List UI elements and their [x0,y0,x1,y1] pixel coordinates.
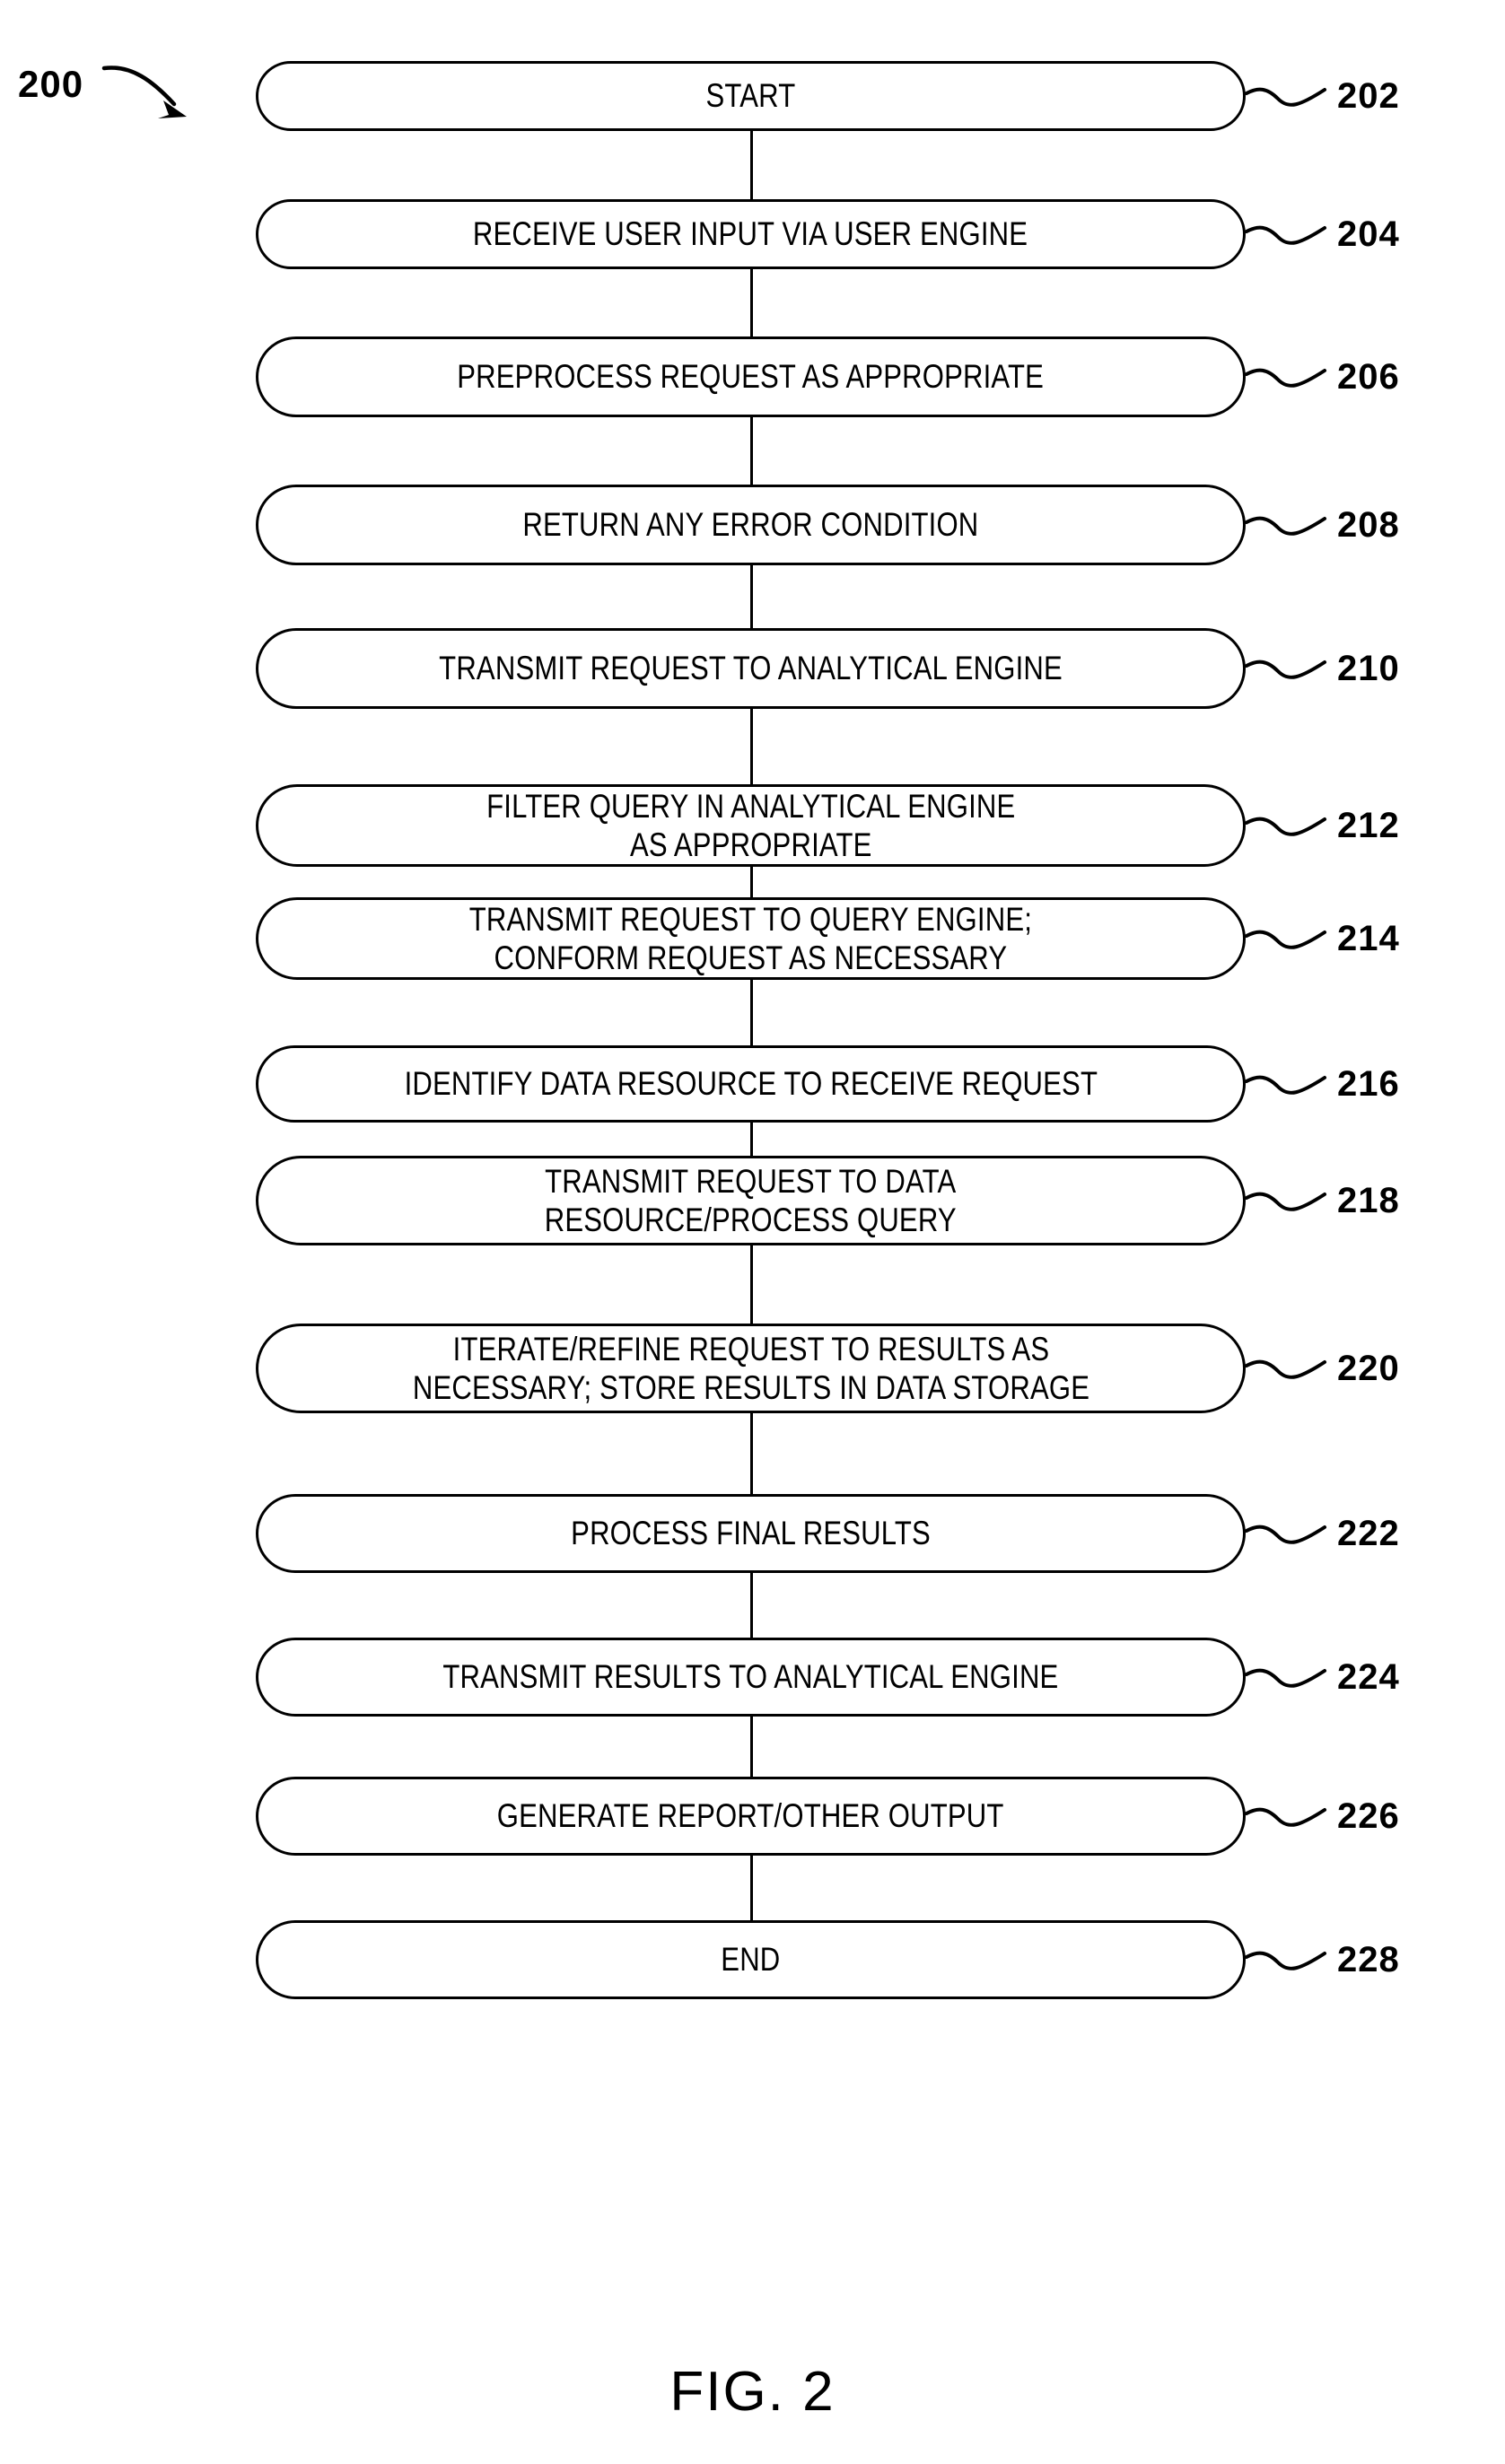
flow-step-204[interactable]: RECEIVE USER INPUT VIA USER ENGINE [256,199,1246,269]
reference-number: 204 [1337,214,1400,254]
flow-connector [750,1413,753,1494]
reference-number: 218 [1337,1180,1400,1220]
reference-number: 208 [1337,504,1400,545]
flow-step-label: RECEIVE USER INPUT VIA USER ENGINE [473,215,1028,253]
flow-step-220[interactable]: ITERATE/REFINE REQUEST TO RESULTS AS NEC… [256,1324,1246,1413]
flow-step-212[interactable]: FILTER QUERY IN ANALYTICAL ENGINE AS APP… [256,784,1246,867]
squiggle-leader-icon [1245,1668,1326,1688]
flow-connector [750,1573,753,1638]
flow-step-label: GENERATE REPORT/OTHER OUTPUT [497,1797,1004,1835]
squiggle-leader-icon [1245,225,1326,245]
flow-step-222[interactable]: PROCESS FINAL RESULTS [256,1494,1246,1573]
reference-callout-218: 218 [1245,1174,1400,1228]
flow-step-206[interactable]: PREPROCESS REQUEST AS APPROPRIATE [256,336,1246,417]
flow-step-label: TRANSMIT RESULTS TO ANALYTICAL ENGINE [442,1658,1059,1696]
diagram-reference-200: 200 [18,39,215,138]
reference-number: 228 [1337,1939,1400,1979]
squiggle-leader-icon [1245,1951,1326,1970]
squiggle-leader-icon [1245,1192,1326,1211]
reference-callout-202: 202 [1245,69,1400,123]
flow-step-216[interactable]: IDENTIFY DATA RESOURCE TO RECEIVE REQUES… [256,1045,1246,1123]
reference-number: 226 [1337,1796,1400,1836]
flow-step-label: PREPROCESS REQUEST AS APPROPRIATE [457,358,1045,396]
reference-callout-224: 224 [1245,1650,1400,1704]
reference-callout-212: 212 [1245,799,1400,852]
flow-connector [750,709,753,784]
flow-step-224[interactable]: TRANSMIT RESULTS TO ANALYTICAL ENGINE [256,1638,1246,1717]
flow-step-210[interactable]: TRANSMIT REQUEST TO ANALYTICAL ENGINE [256,628,1246,709]
reference-number: 202 [1337,75,1400,116]
flow-step-label: ITERATE/REFINE REQUEST TO RESULTS AS NEC… [412,1330,1089,1406]
reference-number: 216 [1337,1063,1400,1104]
flow-step-214[interactable]: TRANSMIT REQUEST TO QUERY ENGINE; CONFOR… [256,897,1246,980]
flowchart: START RECEIVE USER INPUT VIA USER ENGINE P… [256,0,1246,2243]
reference-number: 222 [1337,1513,1400,1553]
flow-connector [750,980,753,1045]
squiggle-leader-icon [1245,930,1326,949]
squiggle-leader-icon [1245,817,1326,836]
flow-step-208[interactable]: RETURN ANY ERROR CONDITION [256,485,1246,565]
flow-step-label: END [721,1941,781,1979]
reference-callout-216: 216 [1245,1057,1400,1111]
squiggle-leader-icon [1245,1525,1326,1544]
flow-step-202[interactable]: START [256,61,1246,131]
flow-step-label: RETURN ANY ERROR CONDITION [522,506,979,544]
squiggle-leader-icon [1245,368,1326,388]
curved-arrow-icon [101,66,187,118]
flow-connector [750,867,753,897]
squiggle-leader-icon [1245,1359,1326,1379]
figure-caption: FIG. 2 [669,2361,836,2423]
reference-number: 206 [1337,356,1400,397]
reference-callout-222: 222 [1245,1507,1400,1560]
squiggle-leader-icon [1245,87,1326,107]
flow-connector [750,417,753,485]
flow-connector [750,1245,753,1324]
reference-callout-204: 204 [1245,207,1400,261]
flow-connector [750,1123,753,1156]
reference-callout-220: 220 [1245,1341,1400,1395]
flow-step-label: TRANSMIT REQUEST TO QUERY ENGINE; CONFOR… [468,900,1033,976]
flow-step-226[interactable]: GENERATE REPORT/OTHER OUTPUT [256,1777,1246,1856]
reference-callout-228: 228 [1245,1933,1400,1987]
flow-connector [750,131,753,199]
diagram-reference-label: 200 [18,63,84,105]
reference-callout-210: 210 [1245,642,1400,695]
reference-callout-206: 206 [1245,350,1400,404]
squiggle-leader-icon [1245,1075,1326,1095]
squiggle-leader-icon [1245,660,1326,679]
reference-number: 210 [1337,648,1400,688]
reference-number: 212 [1337,805,1400,845]
reference-number: 224 [1337,1656,1400,1697]
squiggle-leader-icon [1245,1807,1326,1827]
flow-step-label: START [705,77,796,115]
reference-callout-214: 214 [1245,912,1400,966]
reference-callout-208: 208 [1245,498,1400,552]
flow-step-label: TRANSMIT REQUEST TO DATA RESOURCE/PROCES… [544,1162,958,1238]
flow-connector [750,1717,753,1777]
patent-figure-page: 200 START RECEIVE USER INPUT VIA USER ENG… [0,0,1505,2464]
flow-step-228[interactable]: END [256,1920,1246,1999]
flow-connector [750,269,753,336]
flow-step-label: TRANSMIT REQUEST TO ANALYTICAL ENGINE [439,650,1063,687]
flow-step-label: PROCESS FINAL RESULTS [571,1515,931,1552]
flow-step-label: FILTER QUERY IN ANALYTICAL ENGINE AS APP… [486,787,1016,863]
flow-step-label: IDENTIFY DATA RESOURCE TO RECEIVE REQUES… [404,1065,1098,1103]
reference-number: 214 [1337,918,1400,958]
squiggle-leader-icon [1245,516,1326,536]
reference-callout-226: 226 [1245,1789,1400,1843]
flow-step-218[interactable]: TRANSMIT REQUEST TO DATA RESOURCE/PROCES… [256,1156,1246,1245]
reference-number: 220 [1337,1348,1400,1388]
flow-connector [750,565,753,628]
flow-connector [750,1856,753,1920]
